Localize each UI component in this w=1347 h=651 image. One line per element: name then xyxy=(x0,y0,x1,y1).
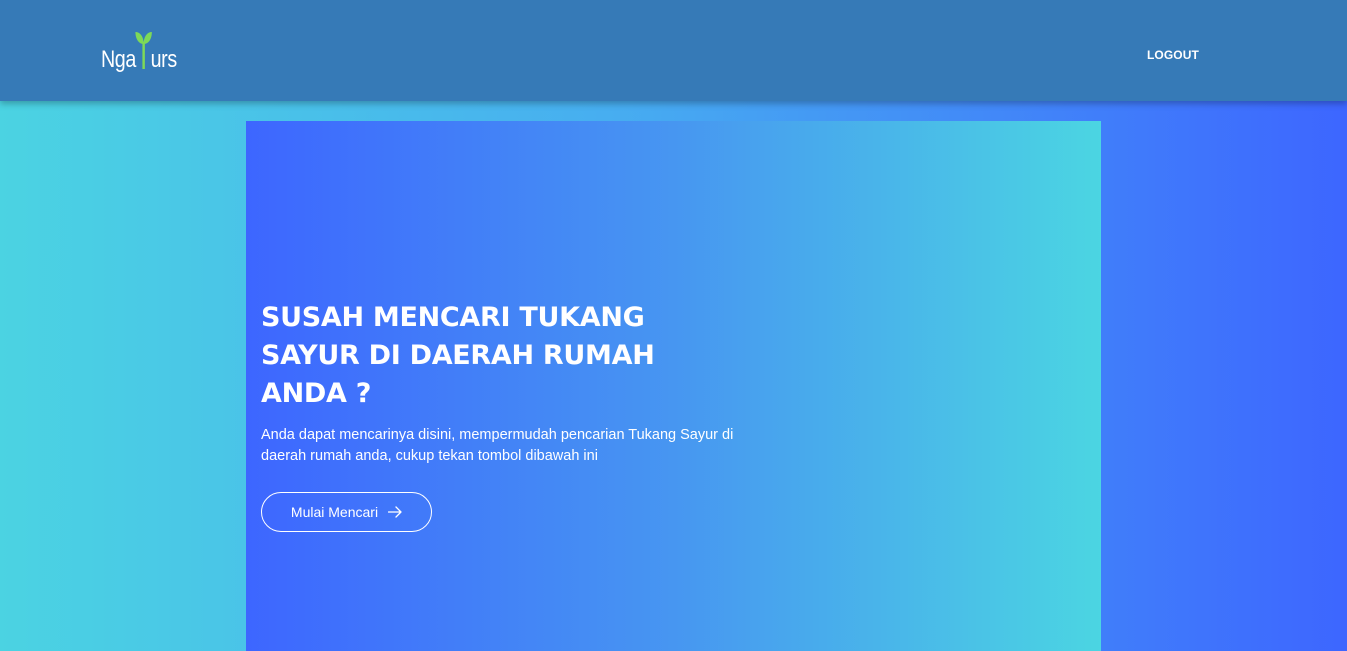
navbar: Nga urs LOGOUT xyxy=(0,0,1347,101)
hero-description: Anda dapat mencarinya disini, mempermuda… xyxy=(261,427,734,464)
logo-wordmark: Nga urs xyxy=(101,25,177,74)
hero-card: SUSAH MENCARI TUKANG SAYUR DI DAERAH RUM… xyxy=(246,121,1101,651)
logo[interactable]: Nga urs xyxy=(101,30,193,74)
hero-title: SUSAH MENCARI TUKANG SAYUR DI DAERAH RUM… xyxy=(261,302,655,409)
logo-text-part2: urs xyxy=(150,46,178,73)
sprout-icon xyxy=(135,32,152,69)
start-search-button[interactable]: Mulai Mencari xyxy=(261,492,432,532)
start-search-button-label: Mulai Mencari xyxy=(290,504,379,520)
logo-text-part1: Nga xyxy=(101,46,136,73)
arrow-right-icon xyxy=(388,506,402,518)
hero-content: SUSAH MENCARI TUKANG SAYUR DI DAERAH RUM… xyxy=(261,299,741,467)
logout-link[interactable]: LOGOUT xyxy=(1147,48,1199,62)
